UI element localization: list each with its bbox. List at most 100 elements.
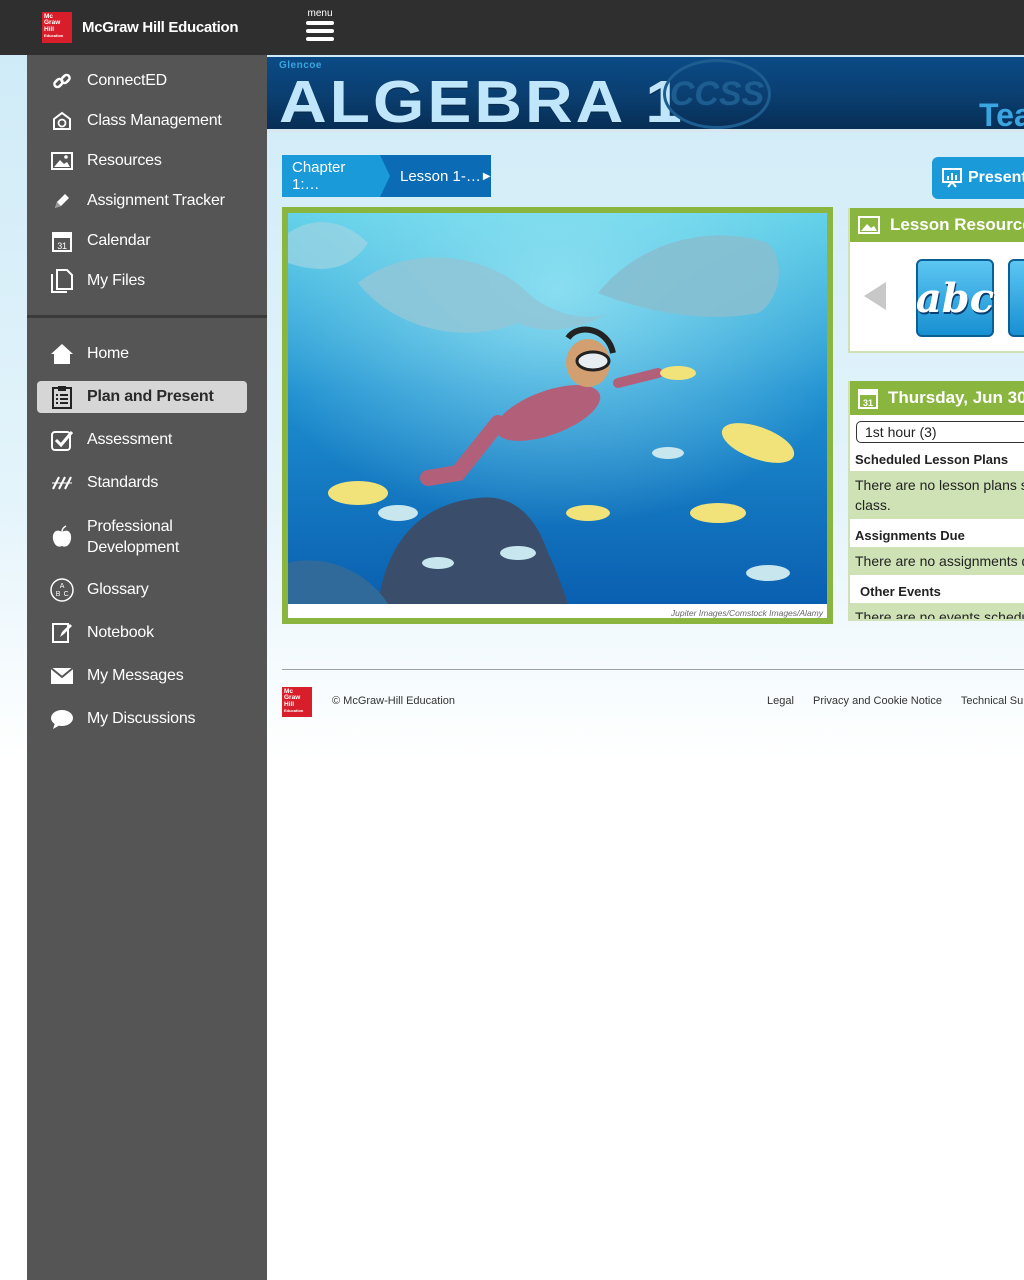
other-events-heading: Other Events	[860, 584, 941, 599]
lesson-resources-title: Lesson Resources	[890, 215, 1024, 234]
menu-button[interactable]: menu	[304, 8, 336, 44]
sidebar-item-label: Standards	[87, 474, 159, 491]
photo-credit: Jupiter Images/Comstock Images/Alamy	[670, 608, 823, 618]
carousel-prev-button[interactable]	[864, 282, 886, 315]
scheduled-lesson-plans-message: There are no lesson plans s class.	[850, 471, 1024, 519]
breadcrumb: Chapter 1:… Lesson 1-… ▶	[282, 155, 491, 197]
apple-icon	[47, 525, 77, 549]
footer-link-legal[interactable]: Legal	[767, 695, 794, 707]
assignments-due-heading: Assignments Due	[855, 528, 965, 543]
present-button[interactable]: Present	[932, 157, 1024, 199]
sidebar-item-my-files[interactable]: My Files	[37, 265, 247, 297]
envelope-icon	[47, 664, 77, 688]
sidebar-item-label: ConnectED	[87, 72, 168, 89]
mcgraw-hill-logo: Mc Graw Hill Education	[42, 12, 72, 43]
home-icon	[47, 342, 77, 366]
triangle-left-icon	[864, 282, 886, 310]
sidebar-item-label: My Discussions	[87, 710, 196, 727]
clipboard-icon	[47, 385, 77, 409]
sidebar-item-label: Glossary	[87, 581, 149, 598]
sidebar-item-standards[interactable]: Standards	[37, 467, 247, 499]
edition-label: Tea	[979, 97, 1024, 132]
sidebar-item-label: My Files	[87, 272, 145, 289]
course-title: ALGEBRA 1	[279, 67, 685, 132]
sidebar-item-my-messages[interactable]: My Messages	[37, 660, 247, 692]
sidebar-item-label: Plan and Present	[87, 388, 214, 405]
assignments-due-message: There are no assignments d	[850, 547, 1024, 575]
presentation-icon	[942, 168, 962, 188]
files-icon	[47, 269, 77, 293]
sidebar-item-resources[interactable]: Resources	[37, 145, 247, 177]
resource-tile[interactable]	[1008, 259, 1024, 337]
sidebar-item-connected[interactable]: ConnectED	[37, 65, 247, 97]
breadcrumb-chapter[interactable]: Chapter 1:…	[282, 155, 390, 197]
scuba-diver-photo	[288, 213, 827, 604]
sidebar-item-assessment[interactable]: Assessment	[37, 424, 247, 456]
breadcrumb-lesson[interactable]: Lesson 1-… ▶	[380, 155, 491, 197]
sidebar-item-label: Calendar	[87, 232, 151, 249]
class-select[interactable]: 1st hour (3)	[856, 421, 1024, 443]
svg-text:31: 31	[863, 398, 873, 408]
footer-copyright: © McGraw-Hill Education	[332, 695, 456, 707]
footer-link-technical-support[interactable]: Technical Support	[961, 695, 1024, 707]
notebook-icon	[47, 621, 77, 645]
course-banner: Glencoe ALGEBRA 1 CCSS Tea	[267, 57, 1024, 132]
ccss-badge: CCSS	[663, 59, 771, 129]
hamburger-icon	[306, 21, 334, 41]
link-icon	[47, 69, 77, 93]
image-icon	[858, 213, 880, 237]
vocabulary-resource-tile[interactable]: abc	[916, 259, 994, 337]
brand-name: McGraw Hill Education	[82, 19, 239, 36]
scheduled-lesson-plans-heading: Scheduled Lesson Plans	[855, 452, 1009, 467]
sidebar-item-label: Notebook	[87, 624, 154, 641]
sidebar-item-label: Home	[87, 345, 129, 362]
sidebar-item-glossary[interactable]: ABC Glossary	[37, 574, 247, 606]
calendar-panel-header: 31 Thursday, Jun 30	[850, 381, 1024, 415]
breadcrumb-chapter-label: Chapter 1:…	[292, 159, 346, 193]
calendar-panel: 31 Thursday, Jun 30 1st hour (3) Schedul…	[848, 381, 1024, 621]
sidebar-item-label: My Messages	[87, 667, 184, 684]
footer-links: Legal Privacy and Cookie Notice Technica…	[767, 695, 1024, 707]
calendar-icon: 31	[47, 229, 77, 253]
image-icon	[47, 149, 77, 173]
sidebar-item-label: Assignment Tracker	[87, 192, 225, 209]
svg-text:A: A	[60, 583, 65, 590]
present-button-label: Present	[968, 169, 1024, 186]
sidebar-item-label: Resources	[87, 152, 162, 169]
pencil-icon	[47, 189, 77, 213]
svg-text:B: B	[56, 591, 61, 598]
lesson-hero-image: Jupiter Images/Comstock Images/Alamy	[282, 207, 833, 624]
sidebar-item-label: Assessment	[87, 431, 173, 448]
abc-icon: ABC	[47, 578, 77, 602]
footer-link-privacy[interactable]: Privacy and Cookie Notice	[813, 695, 942, 707]
other-events-message: There are no events schedu	[850, 603, 1024, 619]
sidebar-item-notebook[interactable]: Notebook	[37, 617, 247, 649]
menu-label: menu	[307, 8, 333, 19]
sidebar-item-label: Class Management	[87, 112, 222, 129]
brand[interactable]: Mc Graw Hill Education McGraw Hill Educa…	[42, 12, 239, 43]
sidebar-item-assignment-tracker[interactable]: Assignment Tracker	[37, 185, 247, 217]
lesson-resources-header: Lesson Resources	[850, 208, 1024, 242]
sidebar-item-calendar[interactable]: 31 Calendar	[37, 225, 247, 257]
footer-divider	[282, 669, 1024, 670]
sidebar-item-home[interactable]: Home	[37, 338, 247, 370]
sidebar: ConnectED Class Management Resources Ass…	[27, 55, 267, 1280]
sidebar-item-label: Professional Development	[87, 518, 180, 556]
sidebar-item-plan-and-present[interactable]: Plan and Present	[37, 381, 247, 413]
caret-right-icon: ▶	[482, 170, 491, 182]
checkbox-icon	[47, 428, 77, 452]
breadcrumb-lesson-label: Lesson 1-…	[400, 167, 481, 185]
svg-text:C: C	[64, 591, 69, 598]
sidebar-item-professional-development[interactable]: Professional Development	[37, 512, 247, 562]
sidebar-item-class-management[interactable]: Class Management	[37, 105, 247, 137]
chat-bubble-icon	[47, 707, 77, 731]
svg-text:31: 31	[57, 241, 67, 251]
top-bar: Mc Graw Hill Education McGraw Hill Educa…	[0, 0, 1024, 55]
class-management-icon	[47, 109, 77, 133]
sidebar-item-my-discussions[interactable]: My Discussions	[37, 703, 247, 735]
lesson-resources-panel: Lesson Resources abc	[848, 208, 1024, 353]
footer-mcgraw-hill-logo: Mc Graw Hill Education	[282, 687, 312, 717]
standards-icon	[47, 471, 77, 495]
calendar-icon: 31	[858, 386, 878, 410]
calendar-date: Thursday, Jun 30	[888, 388, 1024, 407]
